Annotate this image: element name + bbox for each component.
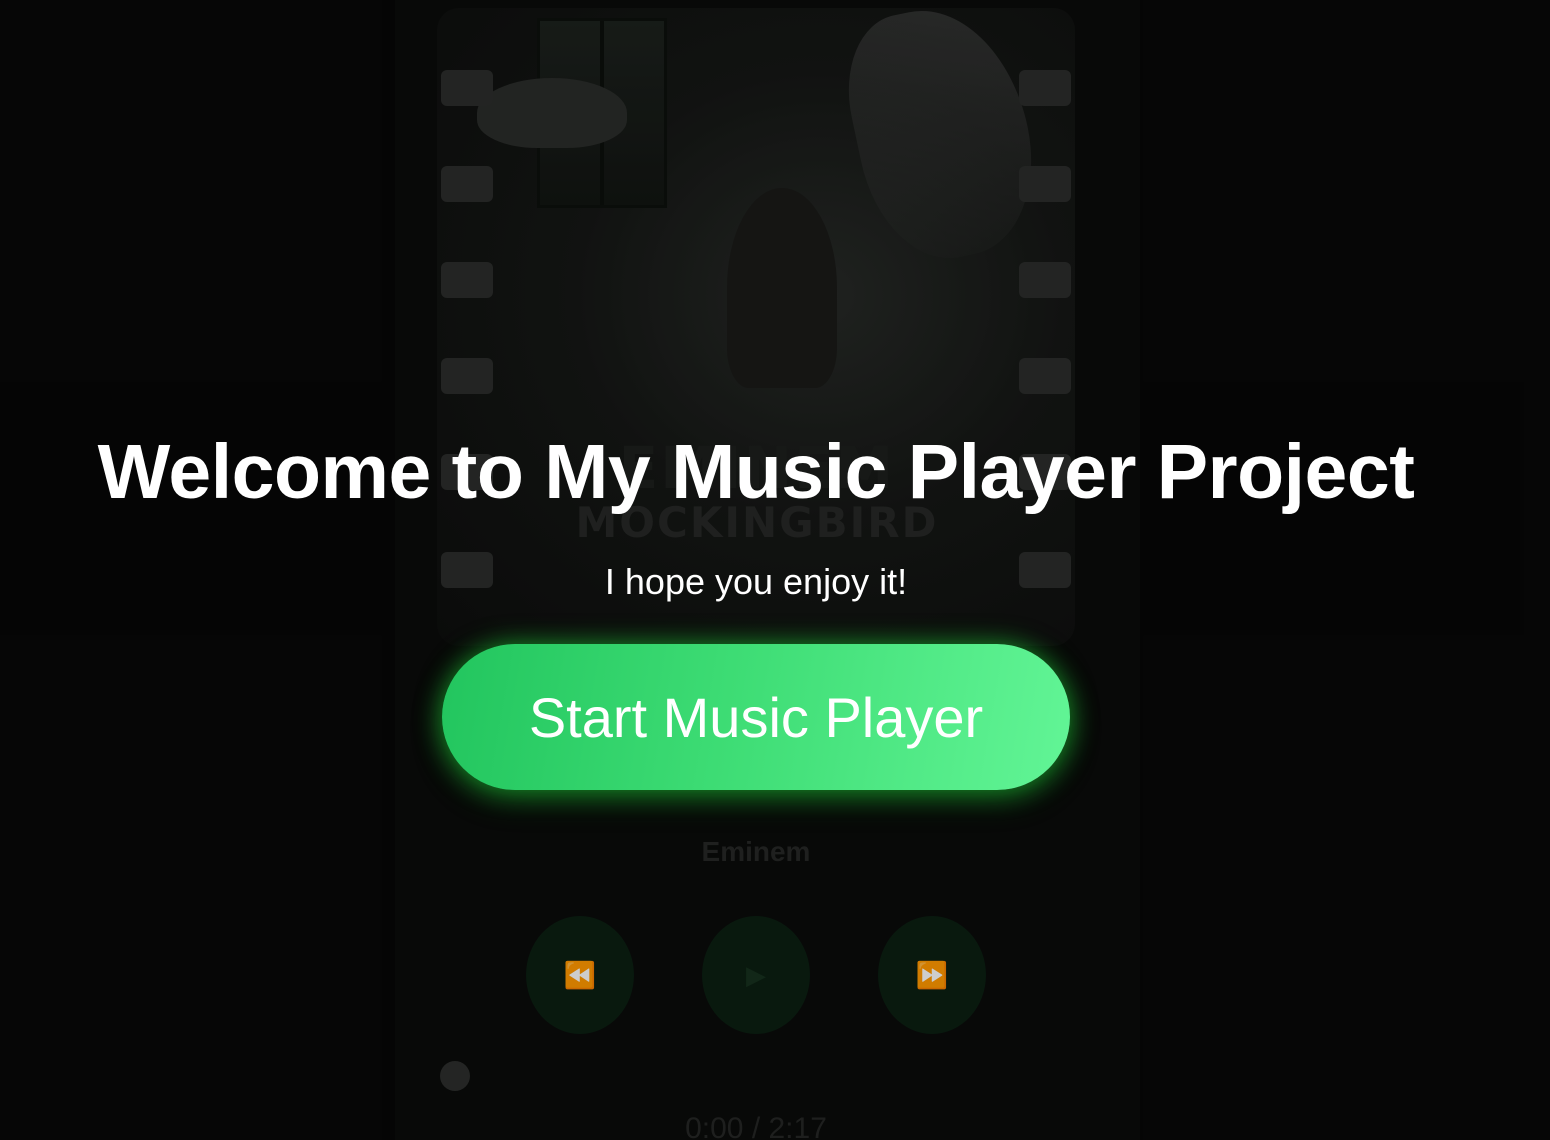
start-music-player-button[interactable]: Start Music Player [442, 644, 1070, 790]
welcome-title: Welcome to My Music Player Project [97, 429, 1415, 515]
app-stage: EMINEM MOCKINGBIRD Eminem ⏪ ▶ ⏩ 0:00 / 2… [0, 0, 1550, 1140]
welcome-subtitle: I hope you enjoy it! [604, 561, 908, 602]
